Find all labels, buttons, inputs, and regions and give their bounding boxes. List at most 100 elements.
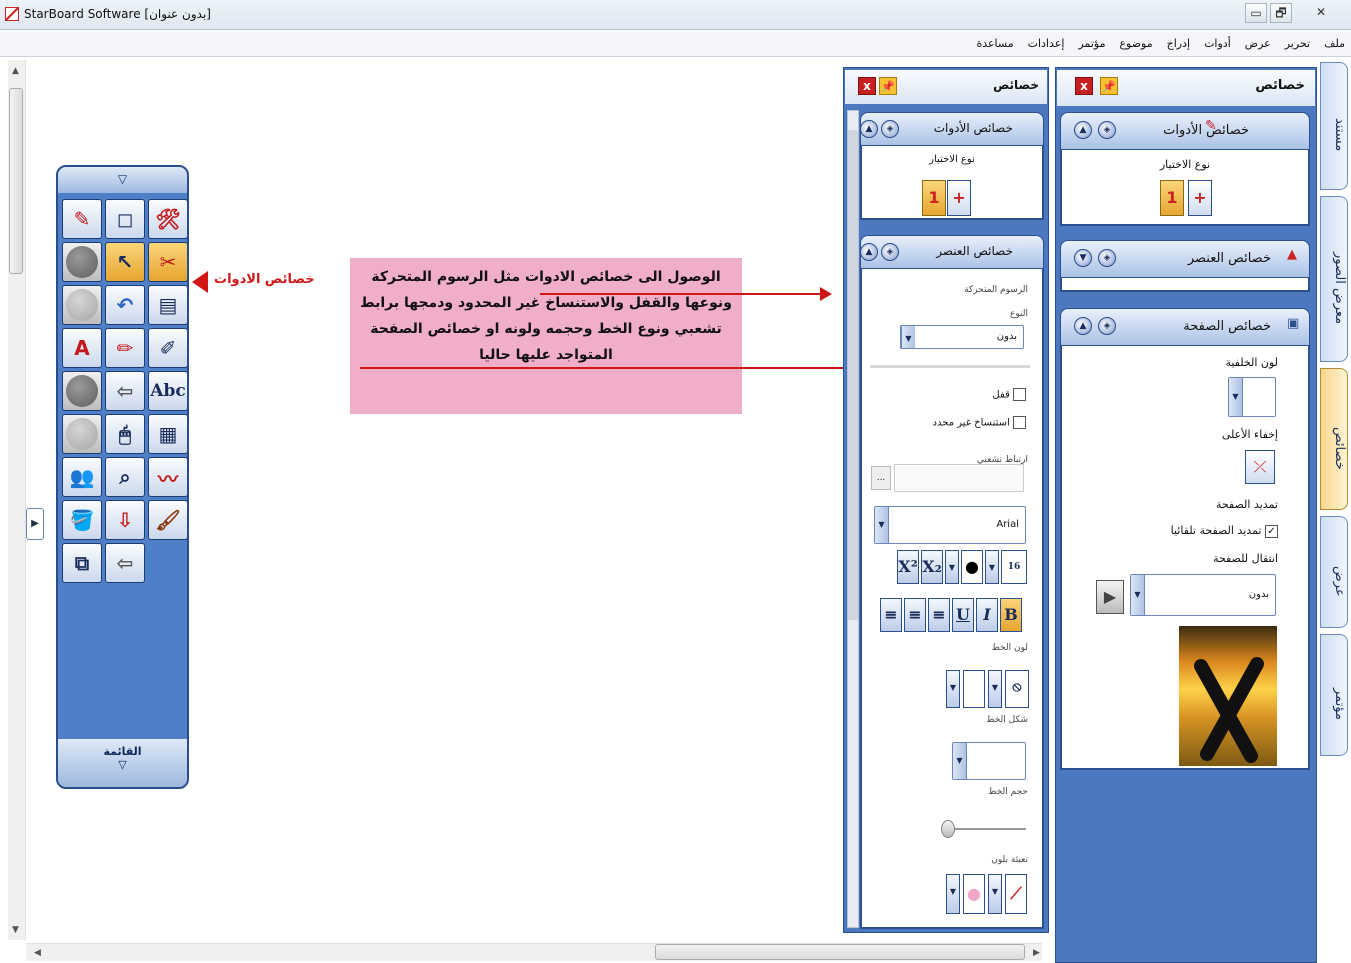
tab-properties[interactable]: خصائص bbox=[1320, 368, 1348, 510]
italic-button[interactable]: I bbox=[976, 598, 998, 632]
right-pin-icon[interactable]: 📌 bbox=[1100, 77, 1118, 95]
menu-view[interactable]: عرض bbox=[1245, 37, 1271, 50]
fill-dropdown-icon[interactable]: ▼ bbox=[946, 874, 960, 914]
hyperlink-browse-button[interactable]: ... bbox=[871, 466, 891, 490]
font-family-dropdown[interactable]: ▼ Arial bbox=[874, 506, 1026, 544]
hide-top-button[interactable]: ⤫ bbox=[1245, 450, 1275, 484]
tab-document[interactable]: مستند bbox=[1320, 62, 1348, 190]
tab-gallery[interactable]: معرض الصور bbox=[1320, 196, 1348, 362]
right-element-collapse-icon[interactable]: ▼ bbox=[1074, 249, 1092, 267]
scroll-left-icon[interactable]: ◀ bbox=[34, 948, 41, 958]
right-page-collapse-icon[interactable]: ▲ bbox=[1074, 317, 1092, 335]
close-button[interactable]: ✕ bbox=[1310, 3, 1332, 23]
horizontal-scroll-thumb[interactable] bbox=[655, 944, 1025, 960]
fill-color-swatch-icon[interactable]: ● bbox=[963, 874, 985, 914]
align-center-icon[interactable]: ≡ bbox=[928, 598, 950, 632]
tool-text-pen-icon[interactable]: A bbox=[62, 328, 102, 368]
tool-empty-3-icon[interactable] bbox=[62, 371, 102, 411]
bold-button[interactable]: B bbox=[1000, 598, 1022, 632]
tool-pen-ruler-icon[interactable]: ✎ bbox=[62, 199, 102, 239]
page-thumbnail[interactable] bbox=[1179, 626, 1277, 766]
tool-fill-icon[interactable]: 🪣 bbox=[62, 500, 102, 540]
minimize-button[interactable]: ▭ bbox=[1245, 3, 1267, 23]
right-select-add-icon[interactable]: + bbox=[1188, 180, 1212, 216]
line-none-dropdown-icon[interactable]: ▼ bbox=[988, 670, 1002, 708]
menu-theme[interactable]: موضوع bbox=[1119, 37, 1152, 50]
menu-help[interactable]: مساعدة bbox=[976, 37, 1013, 50]
go-to-page-play-button[interactable]: ▶ bbox=[1096, 580, 1124, 614]
menu-settings[interactable]: إعدادات bbox=[1028, 37, 1065, 50]
menu-file[interactable]: ملف bbox=[1324, 37, 1345, 50]
middle-panel-scroll-thumb[interactable] bbox=[848, 130, 858, 620]
tool-wizard-icon[interactable]: 🛠 bbox=[148, 199, 187, 239]
line-color-dropdown-icon[interactable]: ▼ bbox=[946, 670, 960, 708]
restore-button[interactable]: 🗗 bbox=[1270, 3, 1292, 23]
tool-back-icon[interactable]: ⇦ bbox=[105, 371, 145, 411]
hyperlink-input[interactable] bbox=[894, 464, 1024, 492]
right-element-options-icon[interactable]: ◈ bbox=[1098, 249, 1116, 267]
tool-text-abc-icon[interactable]: Abc bbox=[148, 371, 187, 411]
right-collapse-icon[interactable]: ▲ bbox=[1074, 121, 1092, 139]
scroll-right-icon[interactable]: ▶ bbox=[1033, 948, 1040, 958]
vertical-scroll-thumb[interactable] bbox=[9, 88, 23, 274]
right-select-single-icon[interactable]: 1 bbox=[1160, 180, 1184, 216]
lock-checkbox[interactable] bbox=[1013, 388, 1026, 401]
font-size-value[interactable]: 16 bbox=[1001, 550, 1027, 584]
middle-element-collapse-icon[interactable]: ▲ bbox=[860, 243, 878, 261]
tool-empty-2-icon[interactable] bbox=[62, 285, 102, 325]
subscript-button[interactable]: X₂ bbox=[921, 550, 943, 584]
line-color-swatch[interactable] bbox=[963, 670, 985, 708]
middle-select-single-icon[interactable]: 1 bbox=[922, 180, 946, 216]
tool-pen-icon[interactable]: ✏ bbox=[105, 328, 145, 368]
tool-mouse-icon[interactable]: 🖱 bbox=[105, 414, 145, 454]
tab-conference[interactable]: مؤتمر bbox=[1320, 634, 1348, 756]
tool-screen-icon[interactable]: ▤ bbox=[148, 285, 187, 325]
extend-auto-checkbox[interactable]: ✓ bbox=[1265, 524, 1278, 538]
tool-layout-icon[interactable]: ▦ bbox=[148, 414, 187, 454]
toolbox-collapse-arrow[interactable]: ▽ bbox=[58, 167, 187, 193]
tool-zoom-select-icon[interactable]: ⌕ bbox=[105, 457, 145, 497]
tool-users-icon[interactable]: 👥 bbox=[62, 457, 102, 497]
animation-type-dropdown[interactable]: ▼ بدون bbox=[900, 325, 1024, 349]
underline-button[interactable]: U bbox=[952, 598, 974, 632]
menu-conference[interactable]: مؤتمر bbox=[1078, 37, 1105, 50]
middle-collapse-icon[interactable]: ▲ bbox=[860, 120, 878, 138]
right-close-icon[interactable]: x bbox=[1075, 77, 1093, 95]
tool-prev-icon[interactable]: ⇦ bbox=[105, 543, 145, 583]
scroll-down-icon[interactable]: ▼ bbox=[12, 925, 19, 935]
tool-properties-icon[interactable]: ✂ bbox=[148, 242, 187, 282]
middle-select-add-icon[interactable]: + bbox=[947, 180, 971, 216]
lock-row[interactable]: قفل bbox=[900, 388, 1026, 401]
line-size-slider-track[interactable] bbox=[946, 828, 1026, 830]
line-shape-dropdown[interactable]: ▼ bbox=[952, 742, 1026, 780]
go-to-page-dropdown[interactable]: ▼ بدون bbox=[1130, 574, 1276, 616]
color-dropdown-arrow-icon[interactable]: ▼ bbox=[945, 550, 959, 584]
line-size-slider-handle[interactable] bbox=[941, 820, 955, 838]
tool-undo-icon[interactable]: ↶ bbox=[105, 285, 145, 325]
middle-pin-icon[interactable]: 📌 bbox=[879, 77, 897, 95]
infinite-clone-checkbox[interactable] bbox=[1013, 416, 1026, 429]
tab-display[interactable]: عرض bbox=[1320, 516, 1348, 628]
expand-toolbox-button[interactable]: ▶ bbox=[26, 508, 44, 540]
size-dropdown-arrow-icon[interactable]: ▼ bbox=[985, 550, 999, 584]
tool-handwriting-icon[interactable]: 〰 bbox=[148, 457, 187, 497]
clone-row[interactable]: استنساخ غير محدد bbox=[900, 416, 1026, 429]
text-color-swatch-icon[interactable]: ● bbox=[961, 550, 983, 584]
menu-edit[interactable]: تحرير bbox=[1285, 37, 1310, 50]
right-page-options-icon[interactable]: ◈ bbox=[1098, 317, 1116, 335]
right-options-icon[interactable]: ◈ bbox=[1098, 121, 1116, 139]
menu-tools[interactable]: أدوات bbox=[1204, 37, 1231, 50]
tool-3d-icon[interactable]: ⧉ bbox=[62, 543, 102, 583]
middle-element-options-icon[interactable]: ◈ bbox=[881, 243, 899, 261]
fill-none-icon[interactable]: ⟋ bbox=[1005, 874, 1027, 914]
align-justify-icon[interactable]: ≡ bbox=[880, 598, 902, 632]
tool-highlighter-icon[interactable]: ✐ bbox=[148, 328, 187, 368]
tool-empty-4-icon[interactable] bbox=[62, 414, 102, 454]
superscript-button[interactable]: X² bbox=[897, 550, 919, 584]
extend-auto-row[interactable]: ✓ تمديد الصفحة تلقائيا bbox=[1171, 524, 1278, 538]
menu-insert[interactable]: إدراج bbox=[1167, 37, 1190, 50]
middle-options-icon[interactable]: ◈ bbox=[881, 120, 899, 138]
toolbox-menu-button[interactable]: القائمة ▽ bbox=[58, 739, 187, 787]
fill-none-dropdown-icon[interactable]: ▼ bbox=[988, 874, 1002, 914]
tool-empty-1-icon[interactable] bbox=[62, 242, 102, 282]
